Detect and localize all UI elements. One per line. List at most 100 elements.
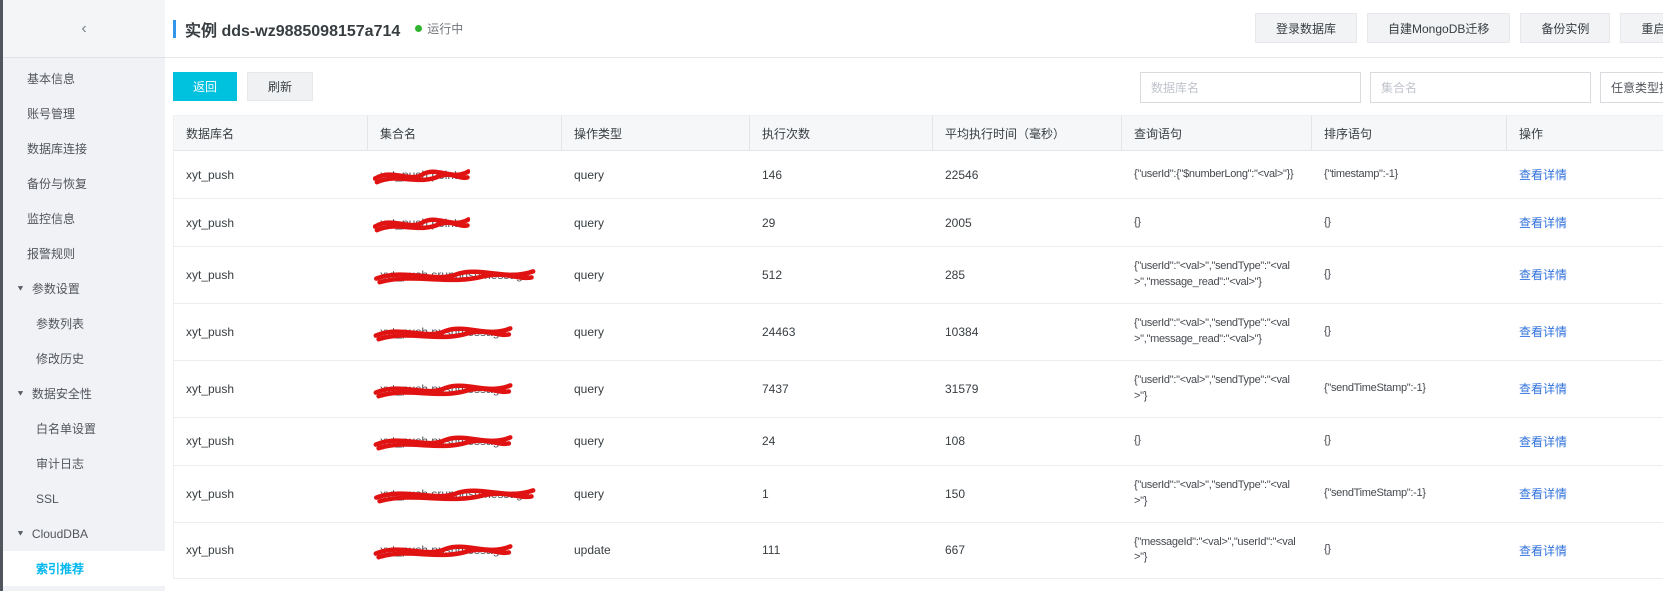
header-action-buttons: 登录数据库自建MongoDB迁移备份实例重启实例	[1255, 13, 1663, 43]
database-name-filter-input[interactable]	[1140, 72, 1361, 103]
cell-database: xyt_push	[174, 199, 368, 246]
cell-action: 查看详情	[1507, 418, 1663, 465]
view-details-link[interactable]: 查看详情	[1519, 433, 1567, 450]
cell-avg-execution-time: 667	[933, 523, 1122, 579]
view-details-link[interactable]: 查看详情	[1519, 266, 1567, 283]
cell-query-statement: {}	[1122, 418, 1312, 465]
title-prefix: 实例	[185, 23, 217, 40]
chevron-left-icon: ‹	[81, 20, 86, 37]
toolbar-filters: 任意类型操作	[1140, 72, 1663, 103]
sidebar-item-data-security[interactable]: ▼ 数据安全性	[3, 376, 165, 411]
cell-query-statement: {"messageId":"<val>","userId":"<val>"}	[1122, 523, 1312, 579]
operation-type-select[interactable]: 任意类型操作	[1600, 72, 1663, 103]
cell-query-statement: {"userId":"<val>","sendType":"<val>","me…	[1122, 247, 1312, 303]
cell-operation-type: query	[562, 466, 750, 522]
table-row: xyt_push xyt_push.srunpushmessage query …	[174, 247, 1663, 304]
sidebar-item-whitelist-settings[interactable]: 白名单设置	[3, 411, 165, 446]
instance-status: 运行中	[415, 20, 463, 37]
view-details-link[interactable]: 查看详情	[1519, 542, 1567, 559]
slow-query-table: 数据库名集合名操作类型执行次数平均执行时间（毫秒）查询语句排序语句操作 xyt_…	[173, 115, 1663, 579]
sidebar-item-database-connection[interactable]: 数据库连接	[3, 131, 165, 166]
column-header-sort-statement: 排序语句	[1312, 116, 1507, 150]
sidebar-item-ssl[interactable]: SSL	[3, 481, 165, 516]
cell-collection: xyt_push.pushmessage	[368, 361, 562, 417]
column-header-collection-name: 集合名	[368, 116, 562, 150]
view-details-link[interactable]: 查看详情	[1519, 485, 1567, 502]
cell-execution-count: 29	[750, 199, 933, 246]
cell-avg-execution-time: 150	[933, 466, 1122, 522]
sidebar-item-label: 索引推荐	[36, 560, 84, 577]
status-dot-icon	[415, 25, 422, 32]
backup-instance-button[interactable]: 备份实例	[1520, 13, 1610, 43]
sidebar-item-parameter-settings[interactable]: ▼ 参数设置	[3, 271, 165, 306]
cell-execution-count: 1	[750, 466, 933, 522]
sidebar-item-basic-info[interactable]: 基本信息	[3, 61, 165, 96]
sidebar-item-parameter-list[interactable]: 参数列表	[3, 306, 165, 341]
cell-execution-count: 146	[750, 151, 933, 198]
view-details-link[interactable]: 查看详情	[1519, 380, 1567, 397]
main-area: 实例 dds-wz9885098157a714 运行中 登录数据库自建Mongo…	[165, 0, 1663, 591]
view-details-link[interactable]: 查看详情	[1519, 323, 1567, 340]
cell-execution-count: 512	[750, 247, 933, 303]
cell-action: 查看详情	[1507, 199, 1663, 246]
sidebar-item-label: 白名单设置	[36, 420, 96, 437]
cell-collection: xyt_push.pushmessage	[368, 304, 562, 360]
page-header: 实例 dds-wz9885098157a714 运行中 登录数据库自建Mongo…	[165, 0, 1663, 58]
sidebar-item-audit-log[interactable]: 审计日志	[3, 446, 165, 481]
table-row: xyt_push xyt_push.points query 146 22546…	[174, 151, 1663, 199]
view-details-link[interactable]: 查看详情	[1519, 166, 1567, 183]
cell-execution-count: 24463	[750, 304, 933, 360]
cell-sort-statement: {}	[1312, 418, 1507, 465]
cell-sort-statement: {}	[1312, 304, 1507, 360]
cell-collection: xyt_push.points	[368, 151, 562, 198]
refresh-button[interactable]: 刷新	[247, 72, 313, 101]
cell-sort-statement: {"sendTimeStamp":-1}	[1312, 466, 1507, 522]
sidebar-item-monitoring-info[interactable]: 监控信息	[3, 201, 165, 236]
collapse-arrow-icon: ▼	[16, 390, 25, 398]
sidebar-item-label: SSL	[36, 492, 59, 506]
cell-query-statement: {"userId":"<val>","sendType":"<val>"}	[1122, 466, 1312, 522]
sidebar-header: ‹	[3, 0, 165, 58]
cell-collection: xyt_push.points	[368, 199, 562, 246]
cell-collection: xyt_push.srunpushmessage	[368, 247, 562, 303]
login-database-button[interactable]: 登录数据库	[1255, 13, 1357, 43]
sidebar-item-account-management[interactable]: 账号管理	[3, 96, 165, 131]
restart-instance-button[interactable]: 重启实例	[1620, 13, 1663, 43]
cell-query-statement: {"userId":{"$numberLong":"<val>"}}	[1122, 151, 1312, 198]
page-title: 实例 dds-wz9885098157a714	[185, 17, 400, 41]
cell-sort-statement: {}	[1312, 247, 1507, 303]
sidebar-item-label: 账号管理	[27, 105, 75, 122]
migrate-self-built-mongodb-button[interactable]: 自建MongoDB迁移	[1367, 13, 1510, 43]
cell-sort-statement: {"sendTimeStamp":-1}	[1312, 361, 1507, 417]
sidebar-item-label: 备份与恢复	[27, 175, 87, 192]
sidebar-item-clouddba[interactable]: ▼ CloudDBA	[3, 516, 165, 551]
instance-id: dds-wz9885098157a714	[221, 23, 400, 40]
collection-name-filter-input[interactable]	[1370, 72, 1591, 103]
cell-avg-execution-time: 108	[933, 418, 1122, 465]
sidebar-item-index-recommendation[interactable]: 索引推荐	[3, 551, 165, 586]
cell-collection: xyt_push.pushmessage	[368, 418, 562, 465]
sidebar-collapse-button[interactable]: ‹	[71, 19, 96, 39]
cell-action: 查看详情	[1507, 466, 1663, 522]
sidebar-item-alarm-rules[interactable]: 报警规则	[3, 236, 165, 271]
table-row: xyt_push xyt_push.points query 29 2005 {…	[174, 199, 1663, 247]
cell-sort-statement: {}	[1312, 523, 1507, 579]
cell-operation-type: query	[562, 151, 750, 198]
column-header-execution-count: 执行次数	[750, 116, 933, 150]
cell-avg-execution-time: 10384	[933, 304, 1122, 360]
view-details-link[interactable]: 查看详情	[1519, 214, 1567, 231]
sidebar-item-backup-and-restore[interactable]: 备份与恢复	[3, 166, 165, 201]
cell-database: xyt_push	[174, 523, 368, 579]
cell-query-statement: {"userId":"<val>","sendType":"<val>"}	[1122, 361, 1312, 417]
index-recommendation-content: 返回 刷新 任意类型操作 数据库名集合名操作类型执行次数平均执行时间（毫秒）查询…	[165, 58, 1663, 591]
table-row: xyt_push xyt_push.pushmessage query 2446…	[174, 304, 1663, 361]
back-button[interactable]: 返回	[173, 72, 237, 101]
cell-action: 查看详情	[1507, 247, 1663, 303]
cell-execution-count: 111	[750, 523, 933, 579]
cell-operation-type: query	[562, 361, 750, 417]
sidebar-item-label: CloudDBA	[32, 527, 88, 541]
cell-query-statement: {"userId":"<val>","sendType":"<val>","me…	[1122, 304, 1312, 360]
cell-avg-execution-time: 2005	[933, 199, 1122, 246]
sidebar-item-label: 报警规则	[27, 245, 75, 262]
sidebar-item-modification-history[interactable]: 修改历史	[3, 341, 165, 376]
